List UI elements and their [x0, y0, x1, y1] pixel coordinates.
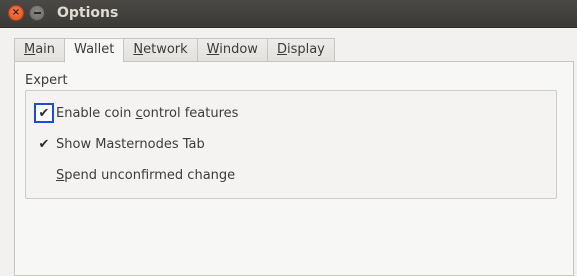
tab-network-mnemonic: N [133, 42, 144, 57]
tab-main-label: ain [35, 42, 56, 57]
title-bar: × Options [0, 0, 577, 28]
spend-unconfirmed-label-post: pend unconfirmed change [64, 167, 236, 183]
expert-group-label: Expert [25, 73, 68, 88]
tab-window-mnemonic: W [206, 42, 220, 57]
tab-display[interactable]: Display [266, 38, 335, 62]
spend-unconfirmed-checkbox-row[interactable]: Spend unconfirmed change [34, 164, 235, 186]
tab-window-label: indow [219, 42, 258, 57]
coin-control-label-post: ontrol features [142, 105, 239, 121]
show-masternodes-label-text: Show Masternodes Tab [56, 136, 205, 152]
checkmark-icon: ✔ [38, 136, 50, 152]
window-title: Options [57, 5, 119, 21]
coin-control-label-pre: Enable coin [56, 105, 136, 121]
tab-display-mnemonic: D [276, 42, 287, 57]
minimize-icon [33, 12, 41, 14]
tab-bar: Main Wallet Network Window Display [14, 38, 335, 63]
tab-wallet-label: allet [86, 42, 115, 57]
show-masternodes-checkbox[interactable]: ✔ [34, 134, 54, 154]
options-dialog: Main Wallet Network Window Display Exper… [0, 28, 577, 276]
checkmark-icon: ✔ [38, 105, 50, 121]
tab-wallet[interactable]: Wallet [64, 38, 124, 63]
show-masternodes-label: Show Masternodes Tab [56, 137, 205, 152]
coin-control-label: Enable coin control features [56, 106, 238, 121]
coin-control-checkbox-row[interactable]: ✔ Enable coin control features [34, 102, 238, 124]
coin-control-checkbox[interactable]: ✔ [34, 103, 54, 123]
close-icon: × [11, 7, 21, 18]
minimize-window-button[interactable] [29, 5, 45, 21]
tab-window[interactable]: Window [196, 38, 267, 62]
tab-main[interactable]: Main [14, 38, 65, 62]
close-window-button[interactable]: × [8, 5, 24, 21]
spend-unconfirmed-checkbox[interactable] [34, 165, 54, 185]
tab-main-mnemonic: M [24, 42, 36, 57]
wallet-tab-pane: Expert ✔ Enable coin control features ✔ … [14, 61, 574, 276]
tab-display-label: isplay [286, 42, 325, 57]
expert-group-box: ✔ Enable coin control features ✔ Show Ma… [25, 90, 557, 199]
coin-control-label-mnemonic: c [135, 105, 143, 121]
tab-wallet-mnemonic: W [74, 42, 87, 57]
tab-network[interactable]: Network [123, 38, 197, 62]
show-masternodes-checkbox-row[interactable]: ✔ Show Masternodes Tab [34, 133, 205, 155]
spend-unconfirmed-label: Spend unconfirmed change [56, 168, 235, 183]
tab-network-label: etwork [143, 42, 188, 57]
